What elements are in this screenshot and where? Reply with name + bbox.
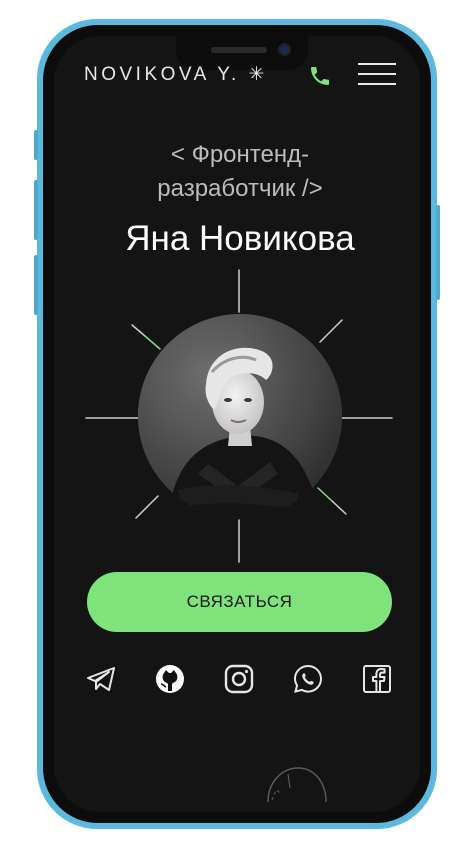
contact-button[interactable]: СВЯЗАТЬСЯ xyxy=(87,572,392,632)
hamburger-menu-icon[interactable] xyxy=(358,63,396,85)
job-title-line-1: < Фронтенд- xyxy=(170,141,310,168)
github-icon[interactable] xyxy=(153,662,187,696)
speaker-grille xyxy=(211,47,267,53)
phone-icon[interactable] xyxy=(308,64,332,88)
whatsapp-icon[interactable] xyxy=(291,662,325,696)
telegram-icon[interactable] xyxy=(84,662,118,696)
site-logo[interactable]: NOVIKOVA Y. ✳ xyxy=(84,63,268,86)
person-name: Яна Новикова xyxy=(125,219,355,258)
side-button-left-2 xyxy=(34,180,38,240)
job-title-line-2: разработчик /> xyxy=(157,175,323,202)
instagram-icon[interactable] xyxy=(222,662,256,696)
side-button-left-1 xyxy=(34,130,38,160)
side-button-left-3 xyxy=(34,255,38,315)
avatar-photo xyxy=(138,314,342,518)
side-button-right xyxy=(436,205,440,300)
job-title: < Фронтенд- разработчик /> xyxy=(110,138,370,206)
decorative-arc xyxy=(267,767,327,803)
front-camera xyxy=(280,45,289,54)
facebook-icon[interactable] xyxy=(360,662,394,696)
